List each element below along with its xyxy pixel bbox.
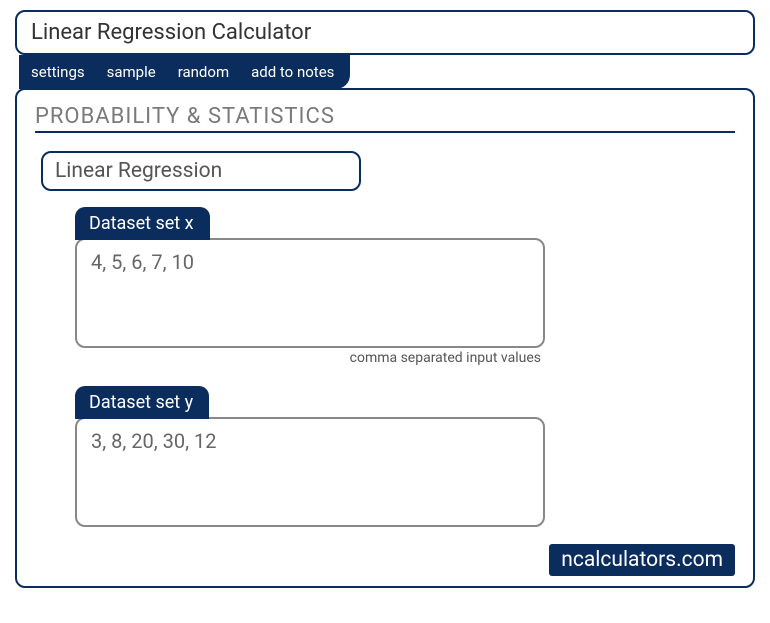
dataset-y-input[interactable] [75,417,545,527]
dataset-y-label: Dataset set y [75,386,209,419]
add-to-notes-button[interactable]: add to notes [251,63,334,81]
section-subtitle: Linear Regression [41,151,361,191]
section-header: PROBABILITY & STATISTICS [35,104,735,133]
dataset-y-block: Dataset set y [75,386,545,527]
dataset-x-input[interactable] [75,238,545,348]
page-title: Linear Regression Calculator [15,10,755,55]
random-button[interactable]: random [178,63,229,81]
dataset-x-helper: comma separated input values [75,350,545,366]
dataset-x-block: Dataset set x comma separated input valu… [75,207,545,366]
settings-button[interactable]: settings [31,63,85,81]
watermark: ncalculators.com [549,544,735,576]
dataset-x-label: Dataset set x [75,207,210,240]
toolbar: settings sample random add to notes [19,55,350,89]
main-panel: PROBABILITY & STATISTICS Linear Regressi… [15,88,755,588]
sample-button[interactable]: sample [107,63,156,81]
